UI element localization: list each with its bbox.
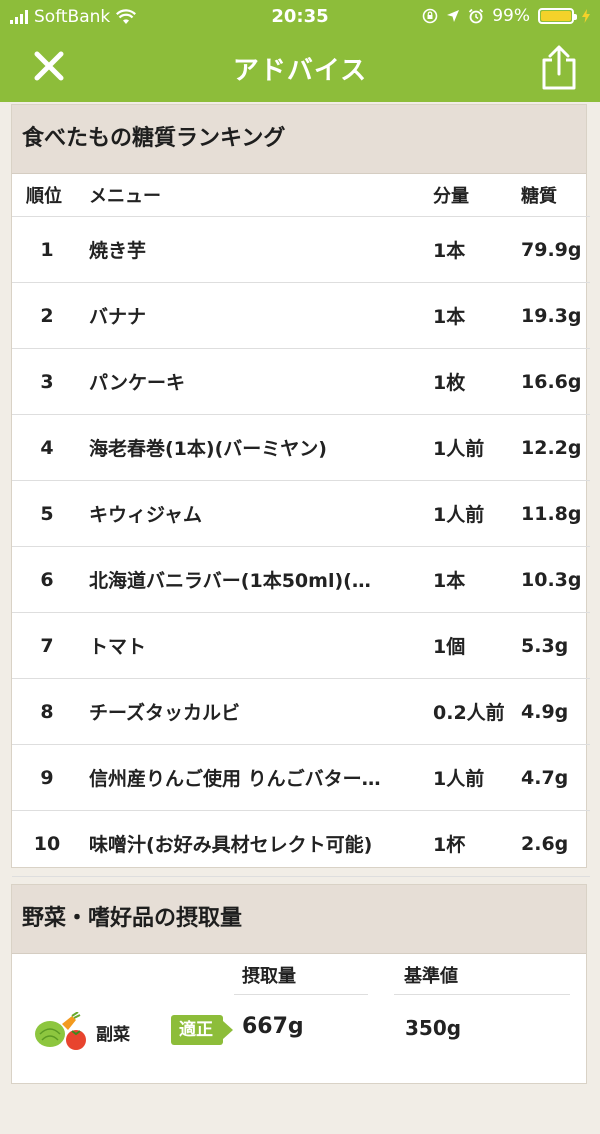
row-quantity: 1枚 — [432, 348, 520, 415]
row-rank: 4 — [12, 414, 87, 481]
row-rank: 2 — [12, 282, 87, 349]
row-menu: パンケーキ — [87, 348, 432, 415]
row-menu: 味噌汁(お好み具材セレクト可能) — [87, 810, 432, 877]
row-quantity: 0.2人前 — [432, 678, 520, 745]
row-rank: 3 — [12, 348, 87, 415]
row-menu: キウィジャム — [87, 480, 432, 547]
header-intake-amount: 摂取量 — [242, 966, 296, 987]
table-row[interactable]: 9 信州産りんご使用 りんごバター… 1人前 4.7g — [12, 744, 590, 811]
row-quantity: 1杯 — [432, 810, 520, 877]
header-quantity: 分量 — [432, 174, 520, 217]
intake-amount: 667g — [242, 1014, 304, 1039]
battery-icon — [538, 8, 577, 24]
table-row[interactable]: 8 チーズタッカルビ 0.2人前 4.9g — [12, 678, 590, 745]
header-rank: 順位 — [12, 174, 87, 217]
row-rank: 5 — [12, 480, 87, 547]
table-row[interactable]: 2 バナナ 1本 19.3g — [12, 282, 590, 349]
table-row[interactable]: 7 トマト 1個 5.3g — [12, 612, 590, 679]
header-carbs: 糖質 — [520, 174, 590, 217]
row-rank: 10 — [12, 810, 87, 877]
battery-fill — [541, 11, 571, 21]
table-row[interactable]: 10 味噌汁(お好み具材セレクト可能) 1杯 2.6g — [12, 810, 590, 877]
row-rank: 9 — [12, 744, 87, 811]
intake-table: 摂取量 基準値 副菜 適正 667g 350g — [12, 954, 586, 1134]
row-rank: 7 — [12, 612, 87, 679]
row-quantity: 1本 — [432, 282, 520, 349]
row-carbs: 2.6g — [520, 810, 590, 877]
vegetables-icon — [35, 1012, 86, 1050]
row-carbs: 19.3g — [520, 282, 590, 349]
ranking-table: 順位 メニュー 分量 糖質 1 焼き芋 1本 79.9g 2 バナナ 1本 19… — [12, 174, 590, 877]
row-menu: 信州産りんご使用 りんごバター… — [87, 744, 432, 811]
row-rank: 6 — [12, 546, 87, 613]
row-quantity: 1個 — [432, 612, 520, 679]
charging-icon — [582, 9, 590, 23]
table-row[interactable]: 3 パンケーキ 1枚 16.6g — [12, 348, 590, 415]
row-quantity: 1本 — [432, 546, 520, 613]
table-row[interactable]: 5 キウィジャム 1人前 11.8g — [12, 480, 590, 547]
carb-ranking-card: 食べたもの糖質ランキング 順位 メニュー 分量 糖質 1 焼き芋 1本 79.9… — [11, 104, 590, 877]
divider — [234, 994, 368, 995]
table-row[interactable]: 4 海老春巻(1本)(バーミヤン) 1人前 12.2g — [12, 414, 590, 481]
alarm-icon — [469, 8, 484, 24]
row-carbs: 16.6g — [520, 348, 590, 415]
row-carbs: 79.9g — [520, 216, 590, 283]
standard-amount: 350g — [405, 1016, 462, 1040]
row-menu: バナナ — [87, 282, 432, 349]
table-row[interactable]: 1 焼き芋 1本 79.9g — [12, 216, 590, 283]
page-title: アドバイス — [232, 56, 368, 86]
row-quantity: 1人前 — [432, 744, 520, 811]
table-row[interactable]: 6 北海道バニラバー(1本50ml)(… 1本 10.3g — [12, 546, 590, 613]
row-carbs: 4.9g — [520, 678, 590, 745]
row-quantity: 1人前 — [432, 414, 520, 481]
rotation-lock-icon — [422, 8, 438, 24]
row-carbs: 4.7g — [520, 744, 590, 811]
ranking-title: 食べたもの糖質ランキング — [12, 105, 586, 174]
intake-card: 野菜・嗜好品の摂取量 摂取量 基準値 副菜 適正 667g 350g — [11, 884, 587, 1084]
nav-bar: アドバイス — [0, 34, 600, 102]
row-menu: 焼き芋 — [87, 216, 432, 283]
row-menu: チーズタッカルビ — [87, 678, 432, 745]
row-carbs: 12.2g — [520, 414, 590, 481]
row-quantity: 1本 — [432, 216, 520, 283]
header-menu: メニュー — [87, 174, 432, 217]
status-right: 99% — [422, 6, 590, 26]
ranking-header-row: 順位 メニュー 分量 糖質 — [12, 174, 590, 217]
share-icon[interactable] — [538, 44, 580, 92]
status-badge: 適正 — [171, 1015, 233, 1045]
row-carbs: 11.8g — [520, 480, 590, 547]
row-carbs: 10.3g — [520, 546, 590, 613]
row-carbs: 5.3g — [520, 612, 590, 679]
row-rank: 8 — [12, 678, 87, 745]
row-rank: 1 — [12, 216, 87, 283]
category-label: 副菜 — [96, 1025, 130, 1045]
status-bar: SoftBank 20:35 99% — [0, 0, 600, 34]
divider — [394, 994, 570, 995]
location-icon — [447, 10, 460, 22]
battery-percent: 99% — [492, 6, 530, 26]
row-menu: 海老春巻(1本)(バーミヤン) — [87, 414, 432, 481]
row-menu: トマト — [87, 612, 432, 679]
intake-title: 野菜・嗜好品の摂取量 — [12, 885, 586, 954]
row-quantity: 1人前 — [432, 480, 520, 547]
row-menu: 北海道バニラバー(1本50ml)(… — [87, 546, 432, 613]
header-standard: 基準値 — [404, 966, 458, 987]
